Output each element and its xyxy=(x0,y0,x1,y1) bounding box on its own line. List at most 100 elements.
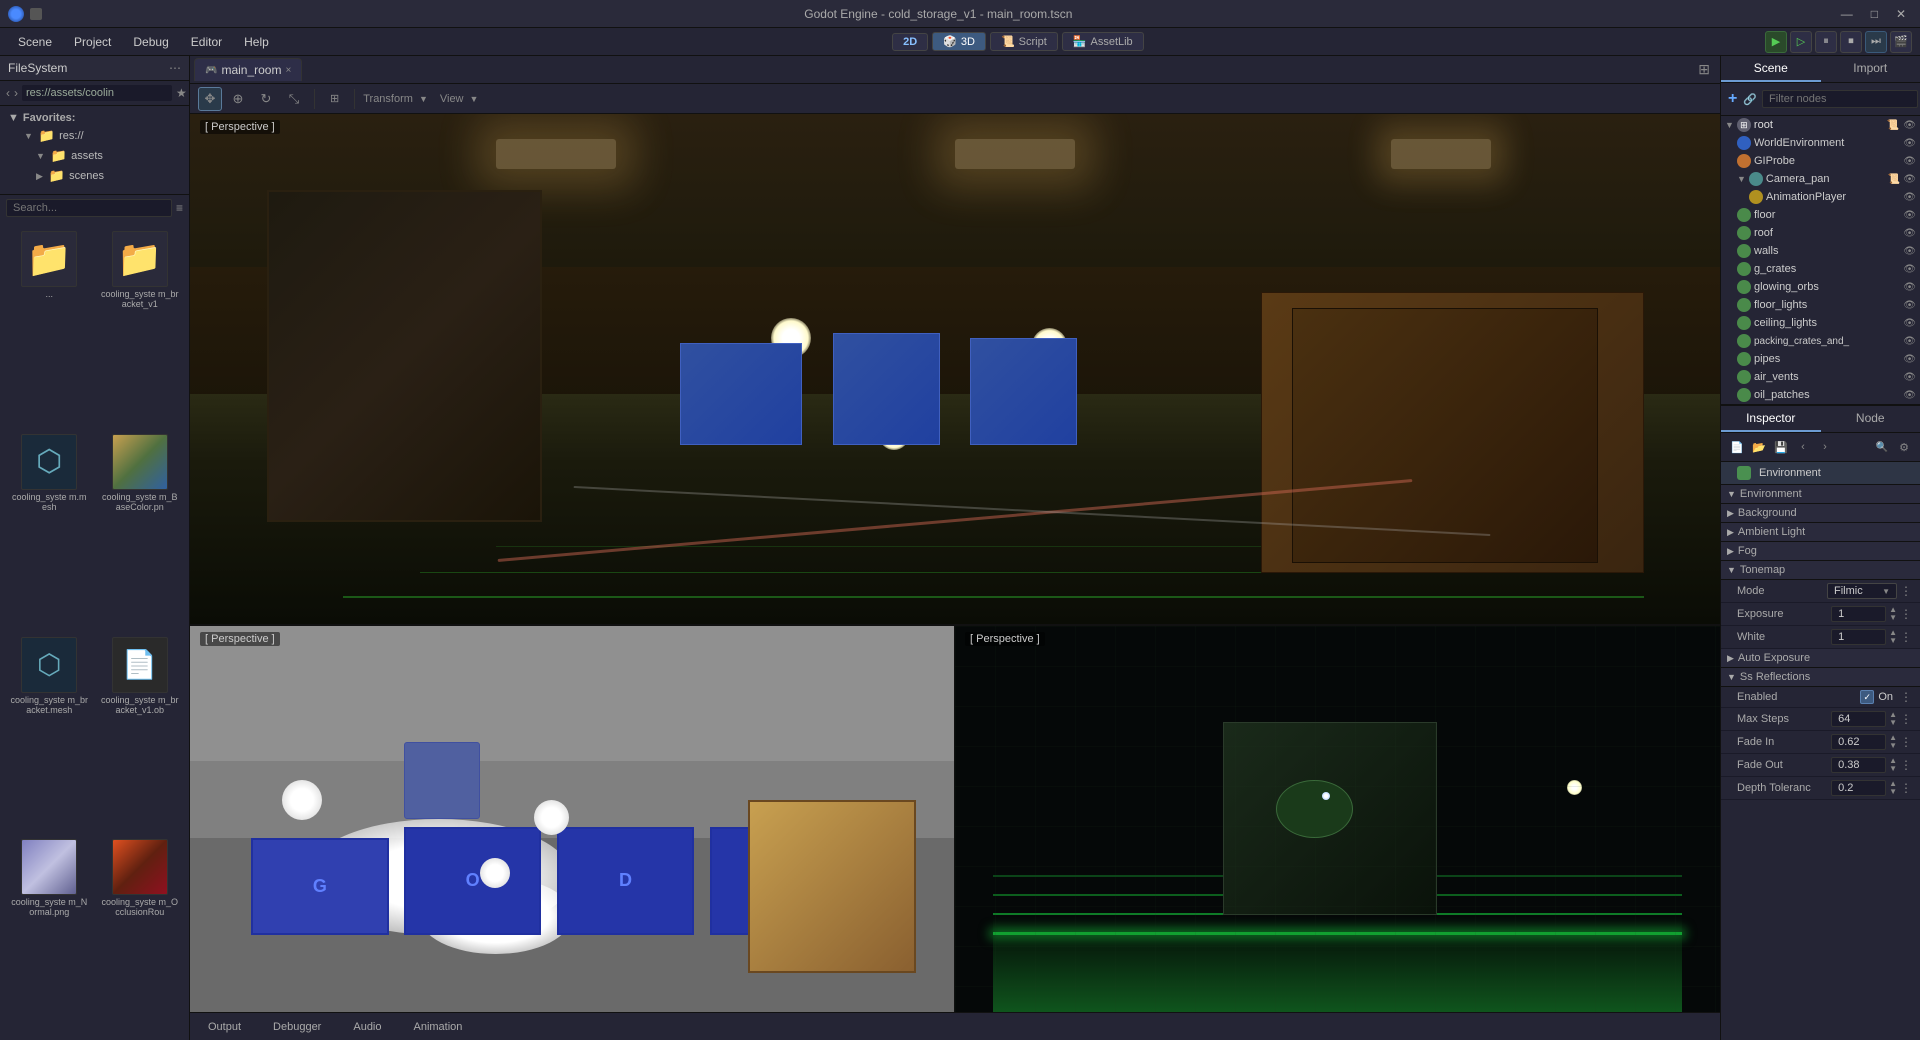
play-scene-button[interactable]: ▷ xyxy=(1790,31,1812,53)
fade-in-input[interactable] xyxy=(1831,734,1886,750)
minimize-button[interactable]: — xyxy=(1835,7,1859,21)
enabled-more-icon[interactable]: ⋮ xyxy=(1900,690,1912,704)
depth-tolerance-down[interactable]: ▼ xyxy=(1889,788,1897,796)
mode-assetlib-button[interactable]: 🏪 AssetLib xyxy=(1062,32,1144,51)
max-steps-down[interactable]: ▼ xyxy=(1889,719,1897,727)
section-header-background[interactable]: ▶ Background xyxy=(1721,504,1920,523)
stop-button[interactable]: ⏹ xyxy=(1840,31,1862,53)
file-item[interactable]: 📁 ... xyxy=(6,227,93,426)
scene-node-root[interactable]: ▼ ⊞ root 📜 👁 xyxy=(1721,116,1920,134)
section-header-tonemap[interactable]: ▼ Tonemap xyxy=(1721,561,1920,580)
mode-dropdown[interactable]: Filmic ▼ xyxy=(1827,583,1897,599)
fade-in-spinner[interactable]: ▲ ▼ xyxy=(1889,734,1897,750)
fade-out-spinner[interactable]: ▲ ▼ xyxy=(1889,757,1897,773)
scene-node-ceiling-lights[interactable]: ceiling_lights 👁 xyxy=(1721,314,1920,332)
node-visibility-icon[interactable]: 👁 xyxy=(1903,300,1916,311)
node-visibility-icon[interactable]: 👁 xyxy=(1903,372,1916,383)
node-visibility-icon[interactable]: 👁 xyxy=(1903,354,1916,365)
tab-node[interactable]: Node xyxy=(1821,406,1920,432)
scene-node-giprobe[interactable]: GIProbe 👁 xyxy=(1721,152,1920,170)
select-tool-button[interactable]: ✥ xyxy=(198,87,222,111)
node-visibility-icon[interactable]: 👁 xyxy=(1903,192,1916,203)
play-button[interactable]: ▶ xyxy=(1765,31,1787,53)
node-visibility-icon[interactable]: 👁 xyxy=(1903,246,1916,257)
remote-button[interactable]: ⏭ xyxy=(1865,31,1887,53)
node-visibility-icon[interactable]: 👁 xyxy=(1903,228,1916,239)
main-room-tab[interactable]: 🎮 main_room × xyxy=(194,58,302,81)
mode-3d-button[interactable]: 🎲 3D xyxy=(932,32,986,51)
depth-tolerance-more-icon[interactable]: ⋮ xyxy=(1900,781,1912,795)
nav-forward-button[interactable]: › xyxy=(14,86,18,100)
exposure-input[interactable] xyxy=(1831,606,1886,622)
tree-res-root[interactable]: 📁 res:// xyxy=(8,126,181,146)
scene-node-floor-lights[interactable]: floor_lights 👁 xyxy=(1721,296,1920,314)
scene-node-glowing-orbs[interactable]: glowing_orbs 👁 xyxy=(1721,278,1920,296)
menu-debug[interactable]: Debug xyxy=(123,32,178,52)
snap-tool-button[interactable]: ⊞ xyxy=(323,87,346,111)
filesystem-list-toggle[interactable]: ≡ xyxy=(176,201,183,215)
back-button[interactable]: ‹ xyxy=(1793,437,1813,457)
white-input[interactable] xyxy=(1831,629,1886,645)
max-steps-more-icon[interactable]: ⋮ xyxy=(1900,712,1912,726)
viewport-main[interactable]: [ Perspective ] xyxy=(190,114,1720,626)
scene-node-anim-player[interactable]: AnimationPlayer 👁 xyxy=(1721,188,1920,206)
file-item[interactable]: 📄 cooling_syste m_bracket_v1.ob xyxy=(97,633,184,832)
move-tool-button[interactable]: ⊕ xyxy=(226,87,250,111)
fade-in-more-icon[interactable]: ⋮ xyxy=(1900,735,1912,749)
rotate-tool-button[interactable]: ↻ xyxy=(254,87,278,111)
filesystem-path-input[interactable] xyxy=(22,85,172,101)
scene-node-worldenv[interactable]: WorldEnvironment 👁 xyxy=(1721,134,1920,152)
tab-audio[interactable]: Audio xyxy=(343,1019,391,1035)
tree-assets[interactable]: 📁 assets xyxy=(8,146,181,166)
depth-tolerance-spinner[interactable]: ▲ ▼ xyxy=(1889,780,1897,796)
exposure-down[interactable]: ▼ xyxy=(1889,614,1897,622)
node-visibility-icon[interactable]: 👁 xyxy=(1903,390,1916,401)
maximize-button[interactable]: □ xyxy=(1865,7,1884,21)
section-header-environment[interactable]: ▼ Environment xyxy=(1721,485,1920,504)
file-item[interactable]: cooling_syste m_BaseColor.pn xyxy=(97,430,184,629)
file-item[interactable]: cooling_syste m_Normal.png xyxy=(6,835,93,1034)
node-visibility-icon[interactable]: 👁 xyxy=(1903,210,1916,221)
white-more-icon[interactable]: ⋮ xyxy=(1900,630,1912,644)
node-visibility-icon[interactable]: 👁 xyxy=(1903,264,1916,275)
close-button[interactable]: ✕ xyxy=(1890,7,1912,21)
viewport-bottom-left[interactable]: G O D O [ Perspective ] xyxy=(190,626,955,1012)
node-visibility-icon[interactable]: 👁 xyxy=(1903,336,1916,347)
mode-more-icon[interactable]: ⋮ xyxy=(1900,584,1912,598)
transform-label[interactable]: Transform xyxy=(363,93,413,105)
white-spinner[interactable]: ▲ ▼ xyxy=(1889,629,1897,645)
scene-node-walls[interactable]: walls 👁 xyxy=(1721,242,1920,260)
inspector-search-button[interactable]: 🔍 xyxy=(1872,437,1892,457)
file-item[interactable]: cooling_syste m_OcclusionRou xyxy=(97,835,184,1034)
node-visibility-icon[interactable]: 👁 xyxy=(1903,156,1916,167)
node-visibility-icon[interactable]: 👁 xyxy=(1903,120,1916,131)
save-resource-button[interactable]: 💾 xyxy=(1771,437,1791,457)
fade-out-input[interactable] xyxy=(1831,757,1886,773)
tab-debugger[interactable]: Debugger xyxy=(263,1019,331,1035)
scene-node-camera-pan[interactable]: ▼ Camera_pan 📜 👁 xyxy=(1721,170,1920,188)
section-header-ambient-light[interactable]: ▶ Ambient Light xyxy=(1721,523,1920,542)
inspector-settings-button[interactable]: ⚙ xyxy=(1894,437,1914,457)
filesystem-search-input[interactable] xyxy=(6,199,172,217)
mode-2d-button[interactable]: 2D xyxy=(892,33,928,51)
view-label[interactable]: View xyxy=(440,93,464,105)
movie-button[interactable]: 🎬 xyxy=(1890,31,1912,53)
enabled-checkbox[interactable]: ✓ On xyxy=(1860,690,1893,704)
scene-node-roof[interactable]: roof 👁 xyxy=(1721,224,1920,242)
menu-project[interactable]: Project xyxy=(64,32,121,52)
tree-scenes[interactable]: 📁 scenes xyxy=(8,166,181,186)
fade-out-down[interactable]: ▼ xyxy=(1889,765,1897,773)
max-steps-input[interactable] xyxy=(1831,711,1886,727)
white-down[interactable]: ▼ xyxy=(1889,637,1897,645)
depth-tolerance-input[interactable] xyxy=(1831,780,1886,796)
node-visibility-icon[interactable]: 👁 xyxy=(1903,174,1916,185)
file-item[interactable]: 📁 cooling_syste m_bracket_v1 xyxy=(97,227,184,426)
load-resource-button[interactable]: 📂 xyxy=(1749,437,1769,457)
section-header-auto-exposure[interactable]: ▶ Auto Exposure xyxy=(1721,649,1920,668)
file-item[interactable]: ⬡ cooling_syste m_bracket.mesh xyxy=(6,633,93,832)
tab-animation[interactable]: Animation xyxy=(404,1019,473,1035)
pause-button[interactable]: ⏸ xyxy=(1815,31,1837,53)
mode-script-button[interactable]: 📜 Script xyxy=(990,32,1058,51)
viewport-bottom-right[interactable]: [ Perspective ] xyxy=(955,626,1720,1012)
file-item[interactable]: ⬡ cooling_syste m.mesh xyxy=(6,430,93,629)
